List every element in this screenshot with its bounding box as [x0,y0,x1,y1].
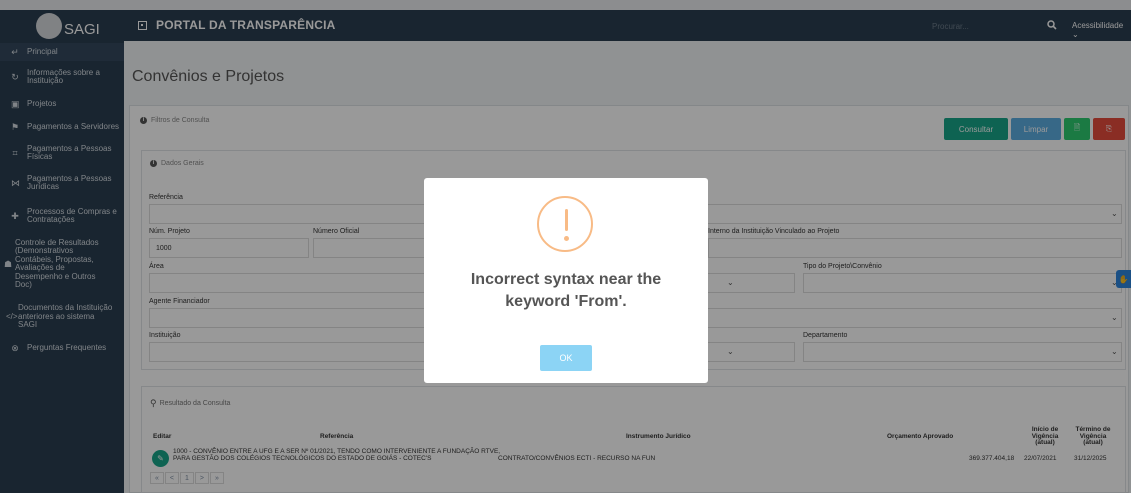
warning-icon [537,196,593,252]
ok-button[interactable]: OK [540,345,592,371]
error-modal: Incorrect syntax near the keyword 'From'… [424,178,708,383]
modal-message: Incorrect syntax near the keyword 'From'… [470,271,662,310]
